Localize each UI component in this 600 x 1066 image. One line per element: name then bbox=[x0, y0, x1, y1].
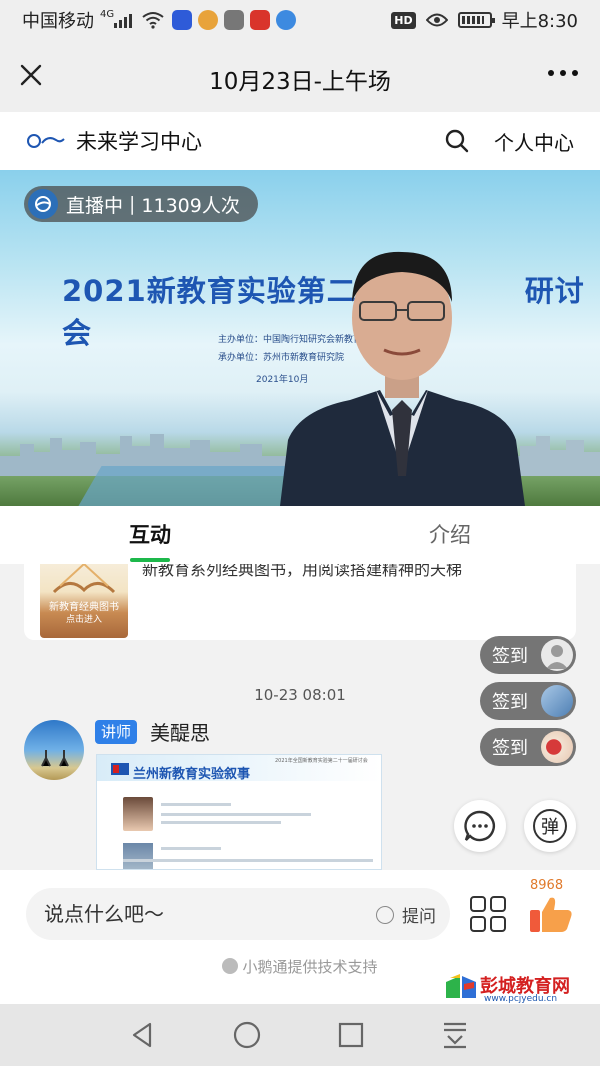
recents-icon[interactable] bbox=[336, 1020, 366, 1050]
comment-box[interactable]: 提问 bbox=[26, 888, 450, 940]
app-header: 未来学习中心 个人中心 bbox=[0, 112, 600, 170]
lanzhou-logo-icon bbox=[111, 763, 129, 775]
signin-label: 签到 bbox=[492, 738, 528, 759]
back-icon[interactable] bbox=[128, 1020, 158, 1050]
xiaoe-logo-icon bbox=[222, 958, 239, 974]
more-options-icon[interactable] bbox=[548, 70, 578, 76]
tab-interaction[interactable]: 互动 bbox=[0, 506, 300, 564]
live-status-badge: 直播中 | 11309人次 bbox=[24, 186, 258, 222]
live-video-player[interactable]: 2021新教育实验第二 研讨会 主办单位：中国陶行知研究会新教育分会 承办单位：苏… bbox=[0, 170, 600, 506]
wifi-icon bbox=[142, 12, 164, 29]
chat-bubble-icon bbox=[464, 810, 495, 842]
baidu-icon bbox=[172, 10, 193, 30]
notification-icons bbox=[172, 10, 297, 30]
live-logo-icon bbox=[28, 189, 58, 219]
portrait-photo bbox=[123, 797, 153, 831]
avatar[interactable] bbox=[24, 720, 84, 780]
role-badge: 讲师 bbox=[95, 720, 138, 744]
battery-icon bbox=[457, 12, 495, 28]
book-thumbnail[interactable]: 新教育经典图书 点击进入 bbox=[40, 564, 128, 638]
signin-label: 签到 bbox=[492, 692, 528, 713]
tab-bar: 互动 介绍 bbox=[0, 506, 600, 564]
message-image[interactable]: 2021年全国新教育实验第二十一届研讨会 兰州新教育实验叙事 bbox=[96, 754, 382, 870]
radio-icon[interactable] bbox=[376, 905, 394, 924]
brand-logo[interactable] bbox=[26, 131, 66, 151]
chat-area[interactable]: 新教育经典图书 点击进入 新教育系列经典图书，用阅读搭建精神的天梯 10-23 … bbox=[0, 564, 600, 870]
ask-label: 提问 bbox=[402, 907, 436, 927]
message-icon bbox=[276, 10, 297, 30]
title-bar: 10月23日-上午场 bbox=[0, 40, 600, 112]
signin-button-2[interactable]: 签到 bbox=[480, 682, 576, 720]
apps-grid-icon[interactable] bbox=[470, 896, 506, 932]
book-description: 新教育系列经典图书，用阅读搭建精神的天梯 bbox=[142, 564, 463, 579]
watermark-url: www.pcjyedu.cn bbox=[484, 994, 558, 1004]
hd-badge: HD bbox=[391, 11, 416, 29]
danmaku-label: 弹 bbox=[533, 809, 567, 843]
status-bar: 中国移动 4G HD 早上8:30 bbox=[0, 0, 600, 40]
book-thumb-action: 点击进入 bbox=[65, 615, 102, 625]
browser-icon bbox=[198, 10, 219, 30]
heart-app-icon bbox=[250, 10, 271, 30]
colorful-book-icon bbox=[446, 974, 476, 998]
ask-question-toggle[interactable]: 提问 bbox=[376, 902, 436, 927]
signin-button-1[interactable]: 签到 bbox=[480, 636, 576, 674]
tab-introduction[interactable]: 介绍 bbox=[300, 506, 600, 564]
user-avatar bbox=[541, 685, 573, 717]
live-status: 直播中 bbox=[66, 194, 124, 217]
search-icon[interactable] bbox=[444, 128, 470, 154]
book-thumb-title: 新教育经典图书 bbox=[49, 602, 119, 613]
system-nav-bar bbox=[0, 1004, 600, 1066]
user-avatar-icon bbox=[541, 639, 573, 671]
group-photo bbox=[123, 843, 153, 869]
watermark: 彭城教育网 www.pcjyedu.cn bbox=[444, 972, 594, 1008]
carrier-label: 中国移动 bbox=[22, 11, 94, 32]
message-image-title: 兰州新教育实验叙事 bbox=[133, 767, 251, 782]
separator: | bbox=[129, 193, 136, 215]
personal-center-link[interactable]: 个人中心 bbox=[494, 127, 574, 156]
app-icon bbox=[224, 10, 245, 30]
signin-label: 签到 bbox=[492, 646, 528, 667]
signal-icon bbox=[114, 12, 133, 28]
comment-list-button[interactable] bbox=[454, 800, 506, 852]
home-icon[interactable] bbox=[232, 1020, 262, 1050]
signin-button-3[interactable]: 签到 bbox=[480, 728, 576, 766]
comment-input[interactable] bbox=[44, 888, 364, 940]
eye-icon bbox=[425, 13, 448, 27]
open-book-icon bbox=[52, 564, 116, 594]
book-card[interactable]: 新教育经典图书 点击进入 新教育系列经典图书，用阅读搭建精神的天梯 bbox=[24, 564, 576, 640]
message-image-header: 2021年全国新教育实验第二十一届研讨会 bbox=[275, 758, 368, 764]
speaker-figure bbox=[280, 251, 525, 506]
thumbs-up-icon[interactable] bbox=[528, 894, 574, 934]
page-title: 10月23日-上午场 bbox=[209, 69, 391, 95]
notification-pulldown-icon[interactable] bbox=[440, 1020, 470, 1050]
user-avatar bbox=[541, 731, 573, 763]
app-name[interactable]: 未来学习中心 bbox=[76, 126, 202, 156]
network-type: 4G bbox=[100, 9, 115, 20]
danmaku-toggle-button[interactable]: 弹 bbox=[524, 800, 576, 852]
sender-name: 美醍思 bbox=[150, 721, 210, 745]
viewer-count: 11309人次 bbox=[141, 194, 240, 217]
clock: 早上8:30 bbox=[501, 11, 578, 32]
like-count: 8968 bbox=[530, 878, 564, 893]
